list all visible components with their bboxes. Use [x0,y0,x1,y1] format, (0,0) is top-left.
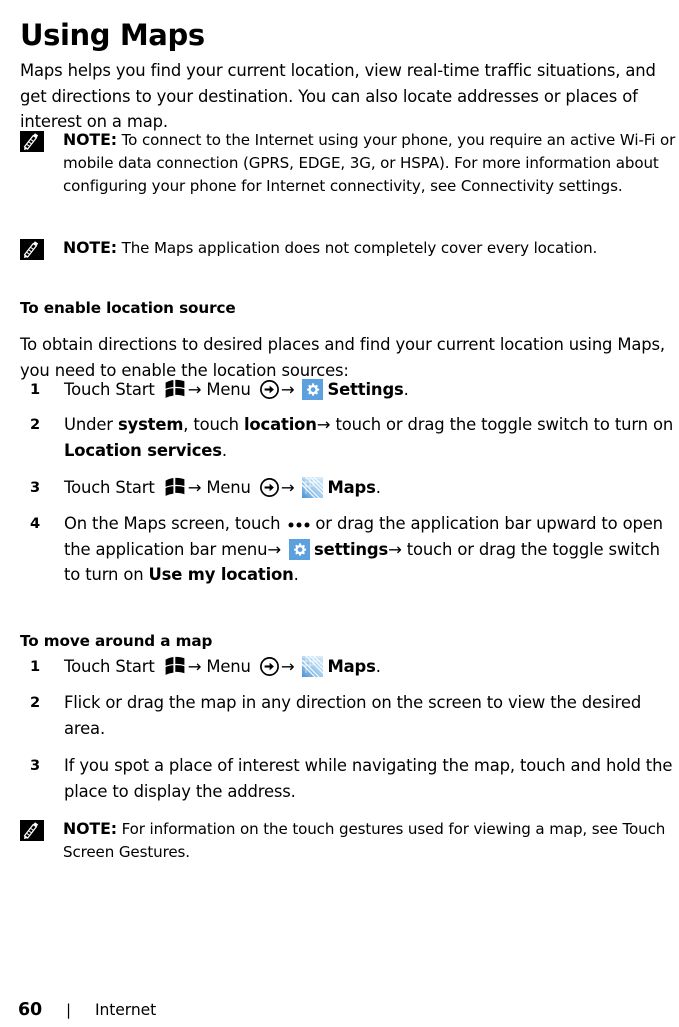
note-block-1: NOTE: To connect to the Internet using y… [20,128,679,199]
step-body: Touch Start → Menu → Maps. [64,654,679,680]
footer-chapter-name: Internet [95,1001,157,1019]
step-body: On the Maps screen, touch or drag the ap… [64,511,679,588]
note-pencil-icon [20,239,44,260]
note-text-1: NOTE: To connect to the Internet using y… [63,128,679,199]
ellipsis-icon[interactable] [287,519,313,529]
windows-start-icon[interactable] [164,656,186,675]
settings-tile-icon[interactable] [289,538,310,560]
note-pencil-icon [20,131,44,152]
step-bold-text: location [243,415,317,434]
menu-arrow-circle-icon[interactable] [259,477,280,498]
step-text: → [280,380,300,399]
note-body: The Maps application does not completely… [116,239,598,257]
step-item: 2 Under system, touch location→ touch or… [20,412,679,463]
page-title: Using Maps [20,18,205,53]
step-text: . [403,380,409,399]
note-block-3: NOTE: For information on the touch gestu… [20,817,670,864]
step-text: , touch [183,415,244,434]
step-text: Touch Start [64,657,160,676]
step-body: Under system, touch location→ touch or d… [64,412,679,463]
menu-arrow-circle-icon[interactable] [259,656,280,677]
step-text: On the Maps screen, touch [64,514,286,533]
step-item: 1 Touch Start → Menu → Maps. [20,654,679,680]
step-body: If you spot a place of interest while na… [64,756,673,801]
step-text: Touch Start [64,380,160,399]
step-item: 3 Touch Start → Menu → Maps. [20,475,679,501]
note-label: NOTE: [63,819,117,838]
step-body: Touch Start → Menu → Settings. [64,377,679,403]
step-item: 4 On the Maps screen, touch or drag the … [20,511,679,588]
step-text: → Menu [187,657,256,676]
settings-tile-icon[interactable] [302,379,324,400]
step-bold-text: settings [314,539,389,559]
step-item: 1 Touch Start → Menu → Settings. [20,377,679,403]
note-block-2: NOTE: The Maps application does not comp… [20,236,679,260]
document-page: Using Maps Maps helps you find your curr… [0,0,679,1027]
step-text: . [375,657,381,676]
step-bold-text: system [117,415,184,434]
step-number: 4 [29,515,40,532]
step-number: 2 [29,694,40,711]
menu-arrow-circle-icon[interactable] [259,379,280,400]
step-bold-text: Settings [327,380,404,399]
step-number: 1 [29,381,40,398]
step-text: → Menu [187,478,256,497]
step-text: . [221,440,227,460]
step-body: Flick or drag the map in any direction o… [64,693,642,738]
footer-separator: | [65,1001,72,1019]
step-text: Touch Start [64,478,160,497]
step-text: Under [64,415,118,434]
step-number: 1 [29,658,40,675]
note-body: For information on the touch gestures us… [63,820,666,862]
step-text: → [280,657,300,676]
page-footer: 60 | Internet [18,1000,156,1020]
step-text: → touch or drag the toggle switch to tur… [316,415,674,434]
step-number: 3 [29,757,40,774]
windows-start-icon[interactable] [164,477,186,496]
step-text: . [293,565,299,585]
windows-start-icon[interactable] [164,379,186,398]
step-number: 2 [29,416,40,433]
maps-tile-icon[interactable] [302,656,324,677]
step-bold-text: Location services [64,440,222,460]
step-body: Touch Start → Menu → Maps. [64,475,679,501]
step-item: 2 Flick or drag the map in any direction… [20,690,679,741]
maps-tile-icon[interactable] [302,477,324,498]
note-pencil-icon [20,820,44,841]
note-label: NOTE: [63,130,117,149]
section-heading-enable-location-source: To enable location source [20,298,236,317]
section-lead-paragraph: To obtain directions to desired places a… [20,335,665,380]
section-heading-move-around-map: To move around a map [20,631,213,650]
intro-paragraph: Maps helps you find your current locatio… [20,61,656,132]
step-text: → Menu [187,380,256,399]
step-number: 3 [29,479,40,496]
note-text-2: NOTE: The Maps application does not comp… [63,236,679,260]
step-bold-text: Maps [327,478,376,497]
step-text: . [375,478,381,497]
step-bold-text: Use my location [148,565,294,585]
note-text-3: NOTE: For information on the touch gestu… [63,817,670,864]
step-text: → [280,478,300,497]
step-bold-text: Maps [327,657,376,676]
note-label: NOTE: [63,238,117,257]
step-item: 3 If you spot a place of interest while … [20,753,679,804]
note-body: To connect to the Internet using your ph… [63,131,676,196]
footer-page-number: 60 [18,1000,42,1020]
